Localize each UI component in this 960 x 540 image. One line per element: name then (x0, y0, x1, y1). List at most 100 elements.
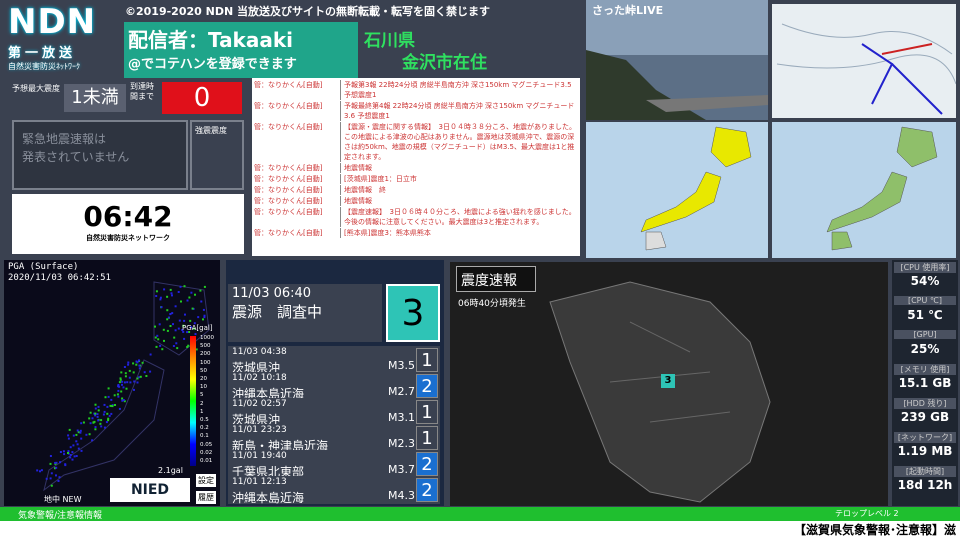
pga-station (118, 381, 121, 384)
pga-scale-label: 100 (200, 359, 211, 366)
pga-scale: 1000 500 200 100 50 20 10 5 2 1 0.5 0.2 0.1 0.05 0.02 0… (200, 334, 214, 465)
pga-station (68, 428, 71, 431)
message-log[interactable]: 管：なりかくん[自動] 予報第3報 22時24分頃 房総半島南方沖 深さ150km… (252, 78, 580, 256)
pga-station (173, 336, 176, 339)
pga-station (128, 369, 131, 372)
pga-scale-label: 5 (200, 392, 204, 399)
pga-station (99, 422, 102, 425)
location-panel: 石川県 金沢市在住 (362, 22, 582, 78)
pga-station (97, 419, 100, 422)
pga-station (88, 417, 91, 420)
pga-station (127, 361, 130, 364)
precip-map (772, 122, 956, 258)
pga-station (171, 294, 173, 297)
pga-station (91, 439, 94, 442)
quake-mag: M2.7 (388, 385, 415, 398)
pga-station (71, 458, 74, 461)
message-author: 管：なりかくん[自動] (254, 197, 323, 205)
pga-station (122, 386, 125, 389)
pga-station (80, 449, 83, 452)
pga-station (175, 342, 178, 345)
latest-quake[interactable]: 11/03 06:40 震源 調査中 (228, 284, 382, 342)
message-text: 予報最終第4報 22時24分頃 房総半島南方沖 深さ150km マグニチュード3… (340, 101, 578, 121)
pga-station (71, 451, 74, 454)
quake-intensity: 2 (416, 374, 438, 398)
strong-intensity-panel: 強震震度 (190, 120, 244, 190)
quake-row[interactable]: 11/02 10:18 沖縄本島近海 M2.7 2 (228, 372, 440, 401)
pga-scale-label: 1 (200, 408, 204, 415)
pga-station (49, 462, 52, 465)
sys-value: 239 GB (900, 410, 950, 424)
quake-row[interactable]: 11/01 23:23 新島・神津島近海 M2.3 1 (228, 424, 440, 453)
pga-station (85, 433, 88, 436)
pga-station (76, 443, 79, 446)
pga-station (116, 393, 119, 396)
pga-station (108, 414, 111, 417)
pga-station (143, 371, 146, 374)
pga-station (109, 404, 112, 407)
pga-station (183, 285, 186, 288)
quake-place: 沖縄本島近海 (232, 491, 305, 505)
location-city: 金沢市在住 (402, 53, 487, 73)
intensity-label: 予想最大震度 (12, 84, 60, 93)
pga-station (107, 387, 110, 390)
pga-station (183, 337, 186, 340)
pga-station (75, 433, 78, 436)
status-right: テロップレベル 2 (835, 509, 899, 518)
pga-station (138, 367, 141, 370)
pga-station (103, 403, 106, 406)
pga-station (96, 415, 99, 418)
quake-row[interactable]: 11/03 04:38 茨城県沖 M3.5 1 (228, 346, 440, 375)
pga-station (111, 405, 114, 408)
logo-text: NDN (8, 2, 97, 42)
clock-time: 06:42 (83, 200, 173, 233)
pga-station (104, 396, 107, 399)
quake-datetime: 11/02 02:57 (232, 399, 287, 409)
pga-station (59, 451, 62, 453)
pga-station (80, 422, 83, 425)
pga-station (149, 370, 152, 373)
pga-station (119, 378, 122, 381)
pga-station (200, 300, 203, 303)
quake-intensity: 1 (416, 348, 438, 372)
pga-station (67, 434, 70, 437)
pga-station (191, 307, 194, 310)
history-button[interactable]: 履歴 (196, 491, 216, 504)
pga-station (166, 295, 169, 298)
quake-row[interactable]: 11/02 02:57 茨城県沖 M3.1 1 (228, 398, 440, 427)
message-author: 管：なりかくん[自動] (254, 102, 323, 110)
pga-station (122, 399, 125, 401)
pga-station (139, 375, 142, 378)
pga-map (36, 281, 210, 492)
message-text: [茨城県]震度1：日立市 (340, 174, 578, 184)
eew-text2: 発表されていません (22, 150, 130, 164)
pga-station (133, 380, 136, 383)
main-title: 震度速報 (456, 266, 536, 292)
copyright-text: ©2019-2020 NDN 当放送及びサイトの無断転載・転写を固く禁じます (125, 5, 490, 18)
message-author: 管：なりかくん[自動] (254, 186, 323, 194)
quake-datetime: 11/01 19:40 (232, 451, 287, 461)
quake-row[interactable]: 11/01 12:13 沖縄本島近海 M4.3 2 (228, 476, 440, 505)
pga-station (117, 395, 120, 398)
pga-station (94, 426, 97, 429)
pga-station (195, 348, 198, 351)
broadcaster-panel: 配信者：Takaaki @でコテハンを登録できます (124, 22, 358, 78)
message-text: 【震源・震度に関する情報】 3日０４時３８分ころ、地震がありました。この地震によ… (340, 122, 578, 162)
sys-value: 54% (910, 274, 940, 288)
live-label: さった峠LIVE (592, 4, 664, 17)
pga-station (94, 428, 97, 431)
settings-button[interactable]: 設定 (196, 474, 216, 487)
pga-station (169, 313, 172, 315)
pga-station (132, 362, 135, 365)
pga-station (141, 361, 144, 364)
pga-scale-label: 0.5 (200, 417, 209, 424)
pga-station (184, 313, 186, 316)
pga-unit: PGA[gal] (182, 324, 213, 332)
pga-panel: PGA (Surface) 2020/11/03 06:42:51 PGA[ga… (4, 260, 220, 506)
message-row: 管：なりかくん[自動] [熊本県]震度3：熊本県熊本 (254, 228, 578, 238)
sys-value: 51 ℃ (907, 308, 943, 322)
sys-value: 25% (910, 342, 940, 356)
quake-row[interactable]: 11/01 19:40 千葉県北東部 M3.7 2 (228, 450, 440, 479)
pga-station (103, 426, 106, 429)
pga-station (172, 345, 175, 347)
